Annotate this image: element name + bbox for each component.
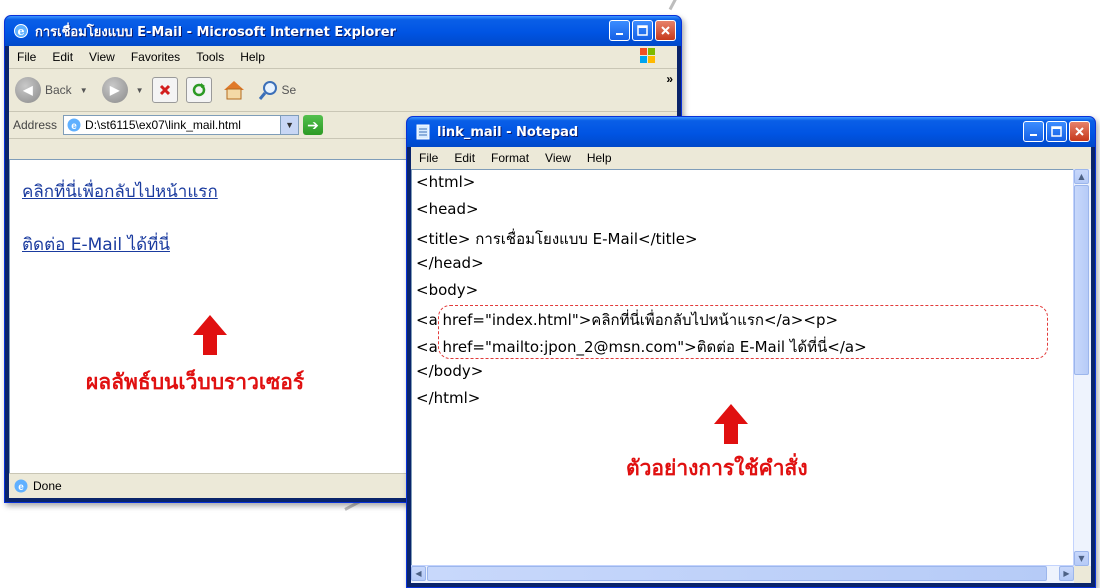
notepad-menu-view[interactable]: View (537, 151, 579, 165)
address-dropdown-icon[interactable]: ▼ (280, 116, 299, 134)
notepad-client-area: File Edit Format View Help <html> <head>… (411, 147, 1091, 583)
vertical-scrollbar[interactable]: ▲ ▼ (1073, 169, 1091, 566)
horizontal-scrollbar[interactable]: ◀ ▶ (411, 565, 1074, 583)
ie-menu-view[interactable]: View (81, 50, 123, 64)
notepad-titlebar[interactable]: link_mail - Notepad (407, 117, 1095, 147)
chevron-down-icon: ▼ (79, 85, 88, 95)
page-icon: e (67, 118, 81, 132)
ie-menu-file[interactable]: File (9, 50, 44, 64)
ie-maximize-button[interactable] (632, 20, 653, 41)
home-icon (223, 81, 244, 100)
code-line: <html> (416, 173, 476, 191)
notepad-icon (415, 124, 431, 140)
notepad-menu-file[interactable]: File (411, 151, 446, 165)
ie-logo-icon: e (13, 23, 29, 39)
scroll-up-icon[interactable]: ▲ (1074, 169, 1089, 184)
windows-flag-icon (629, 47, 667, 68)
browser-result-caption: ผลลัพธ์บนเว็บบราวเซอร์ (86, 370, 305, 394)
notepad-menu-help[interactable]: Help (579, 151, 620, 165)
svg-text:e: e (18, 25, 25, 38)
forward-arrow-icon: ▶ (101, 77, 128, 103)
red-up-arrow-icon (714, 404, 748, 444)
chevron-down-icon: ▼ (135, 85, 144, 95)
notepad-window-title: link_mail - Notepad (437, 124, 579, 140)
home-button[interactable] (222, 79, 246, 101)
vertical-scroll-thumb[interactable] (1074, 185, 1089, 375)
ie-menu-edit[interactable]: Edit (44, 50, 81, 64)
resize-grip-icon[interactable] (1074, 566, 1091, 583)
code-line: </body> (416, 362, 484, 380)
toolbar-overflow-icon[interactable]: » (666, 72, 673, 86)
ie-menu-help[interactable]: Help (232, 50, 273, 64)
address-label: Address (13, 118, 58, 132)
ie-window-title: การเชื่อมโยงแบบ E-Mail - Microsoft Inter… (35, 24, 396, 40)
notepad-minimize-button[interactable] (1023, 121, 1044, 142)
ie-minimize-button[interactable] (609, 20, 630, 41)
stop-button[interactable] (151, 77, 178, 103)
code-line: <title> การเชื่อมโยงแบบ E-Mail</title> (416, 230, 698, 248)
ie-menu-tools[interactable]: Tools (188, 50, 232, 64)
decorative-line-top (668, 0, 690, 11)
svg-text:e: e (71, 121, 77, 132)
address-value: D:\st6115\ex07\link_mail.html (85, 118, 241, 132)
red-up-arrow-icon (193, 315, 227, 355)
back-label: Back (45, 83, 72, 97)
back-button[interactable]: ◀ Back ▼ (15, 77, 88, 103)
refresh-button[interactable] (185, 77, 212, 103)
scroll-down-icon[interactable]: ▼ (1074, 551, 1089, 566)
notepad-menu-format[interactable]: Format (483, 151, 537, 165)
notepad-menubar: File Edit Format View Help (411, 147, 1091, 170)
highlight-dashed-box (438, 305, 1048, 359)
forward-button[interactable]: ▶ ▼ (101, 77, 144, 103)
code-line: </head> (416, 254, 484, 272)
notepad-maximize-button[interactable] (1046, 121, 1067, 142)
code-line: <body> (416, 281, 479, 299)
address-input[interactable]: e D:\st6115\ex07\link_mail.html ▼ (63, 115, 300, 135)
search-button[interactable]: Se (258, 79, 297, 101)
go-button[interactable]: ➔ (303, 115, 324, 135)
scroll-right-icon[interactable]: ▶ (1059, 566, 1074, 581)
horizontal-scroll-thumb[interactable] (427, 566, 1047, 581)
search-icon (258, 81, 277, 100)
back-to-home-link[interactable]: คลิกที่นี่เพื่อกลับไปหน้าแรก (22, 178, 218, 205)
ie-toolbar: ◀ Back ▼ ▶ ▼ Se » (9, 69, 677, 112)
ie-menu-favorites[interactable]: Favorites (123, 50, 188, 64)
ie-titlebar[interactable]: e การเชื่อมโยงแบบ E-Mail - Microsoft Int… (5, 16, 681, 46)
back-arrow-icon: ◀ (15, 77, 41, 103)
page-done-icon: e (14, 479, 28, 493)
ie-menubar: File Edit View Favorites Tools Help (9, 46, 677, 69)
search-label: Se (281, 83, 297, 97)
svg-text:e: e (18, 482, 24, 493)
ie-close-button[interactable] (655, 20, 676, 41)
notepad-close-button[interactable] (1069, 121, 1090, 142)
code-line: </html> (416, 389, 481, 407)
status-text: Done (33, 479, 62, 493)
notepad-text-area[interactable]: <html> <head> <title> การเชื่อมโยงแบบ E-… (411, 169, 1074, 566)
scroll-left-icon[interactable]: ◀ (411, 566, 426, 581)
code-line: <head> (416, 200, 479, 218)
email-contact-link[interactable]: ติดต่อ E-Mail ได้ที่นี่ (22, 231, 170, 258)
notepad-menu-edit[interactable]: Edit (446, 151, 483, 165)
command-example-caption: ตัวอย่างการใช้คำสั่ง (626, 456, 808, 480)
notepad-window: link_mail - Notepad File Edit Format Vie… (406, 116, 1096, 588)
